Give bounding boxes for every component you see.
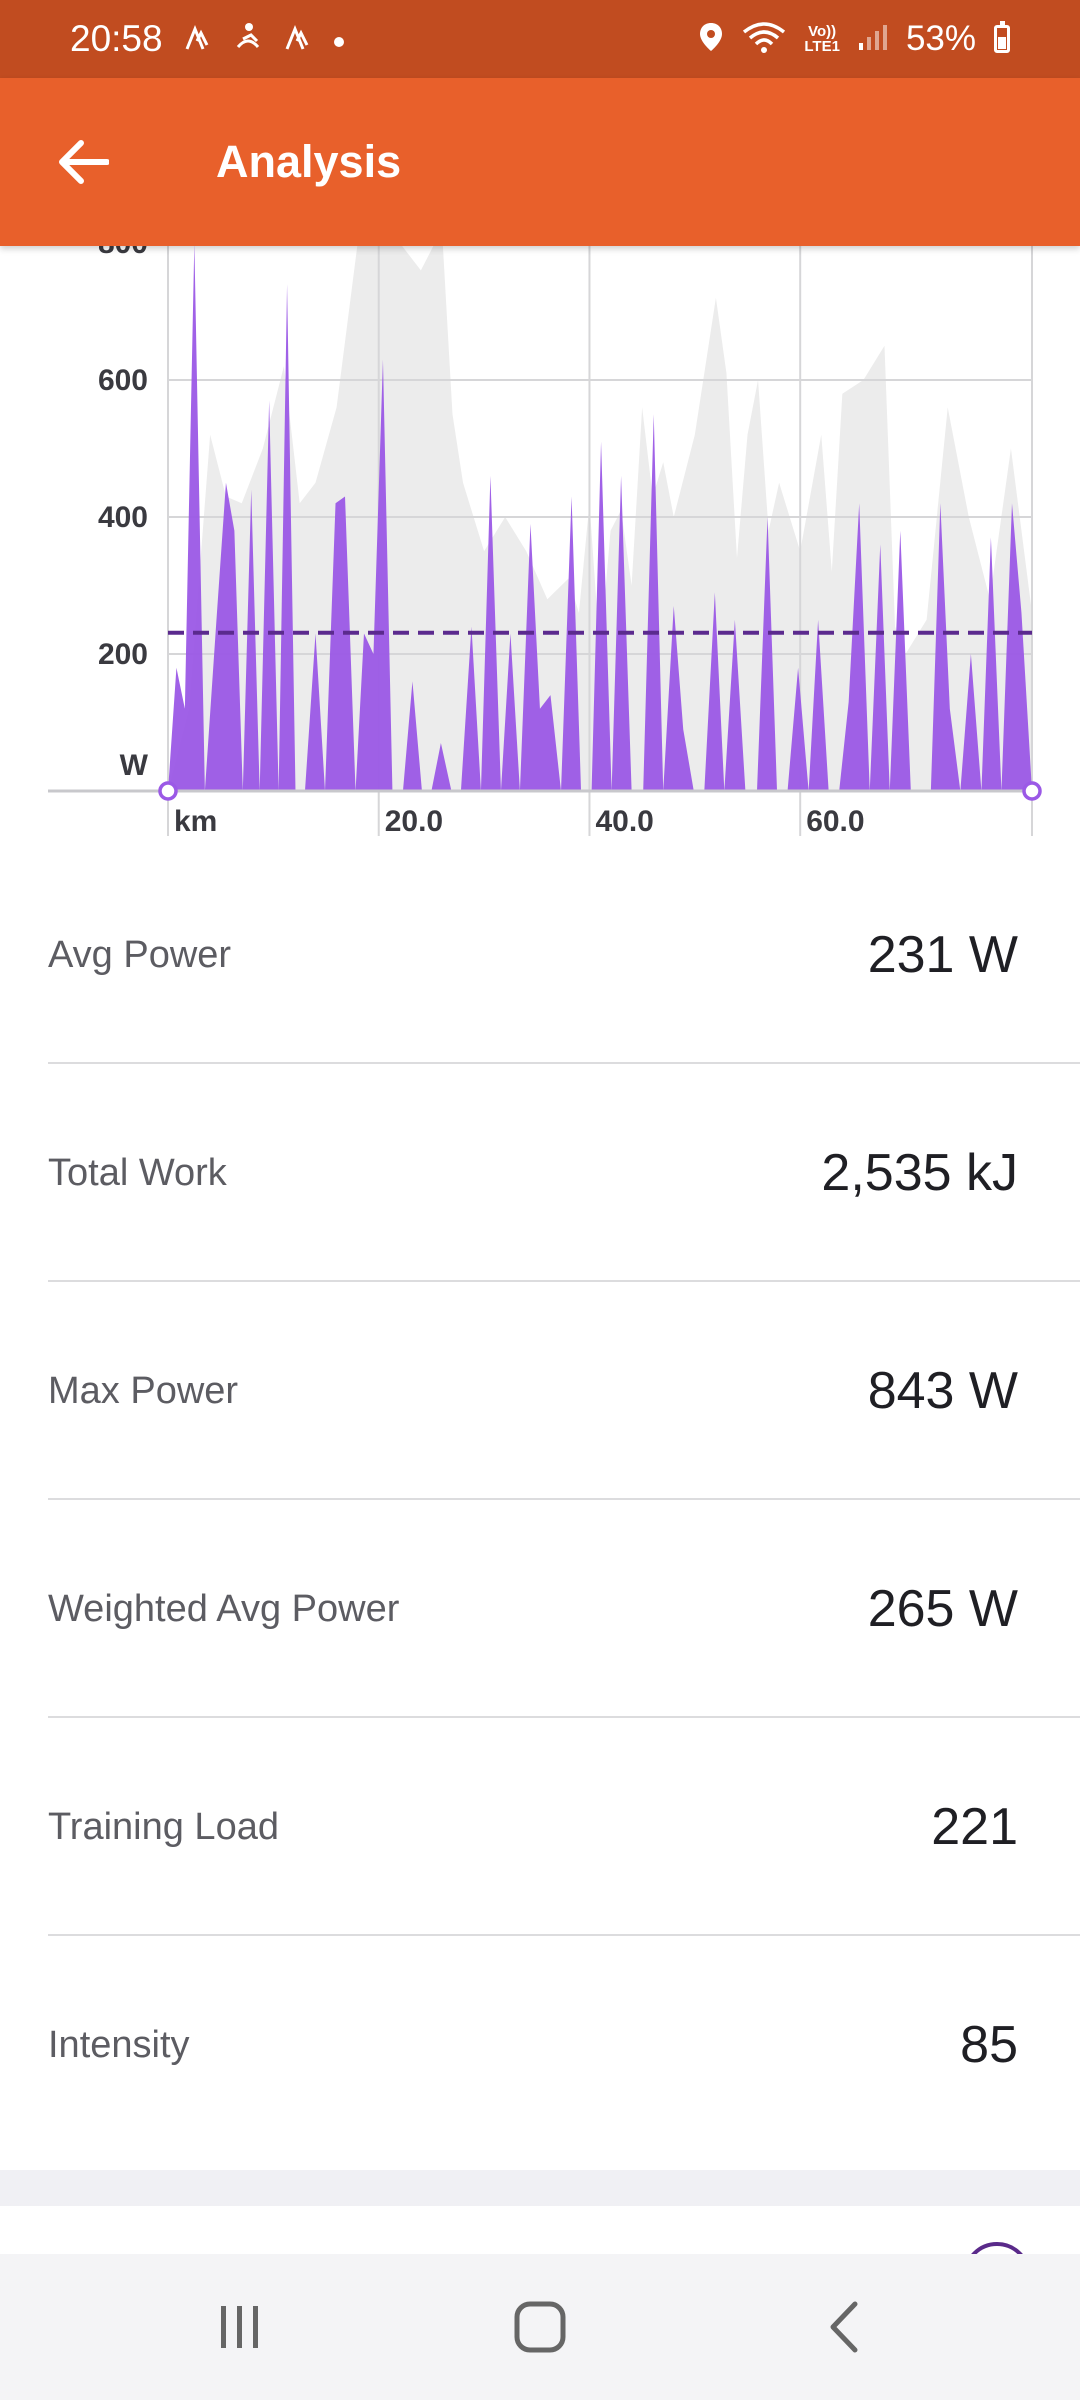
- stat-value: 2,535 kJ: [821, 1144, 1018, 1202]
- location-icon: [698, 21, 724, 58]
- range-end-handle: [1022, 781, 1042, 801]
- next-section-card[interactable]: [0, 2206, 1080, 2256]
- x-tick-label: 20.0: [385, 805, 443, 838]
- x-tick-label: 40.0: [595, 805, 653, 838]
- stat-row-intensity: Intensity 85: [0, 1936, 1080, 2154]
- signal-icon: [858, 23, 888, 56]
- page-title: Analysis: [216, 136, 402, 187]
- battery-percent: 53%: [905, 19, 976, 58]
- recent-apps-icon: [221, 2306, 258, 2348]
- range-start-handle: [158, 781, 178, 801]
- battery-icon: [994, 21, 1010, 53]
- x-tick-label: 60.0: [806, 805, 864, 838]
- chevron-left-icon: [830, 2301, 858, 2353]
- stat-row-avg-power: Avg Power 231 W: [0, 846, 1080, 1064]
- activity-notification-icon: [233, 21, 263, 57]
- arrow-left-icon: [59, 140, 109, 184]
- more-notifications-dot-icon: [333, 24, 345, 54]
- stat-value: 85: [960, 2016, 1018, 2074]
- home-icon: [514, 2301, 566, 2353]
- stat-label: Training Load: [48, 1806, 279, 1848]
- power-chart-svg: 200 400 600 800 Wkm 20.0 40.0 60.0: [48, 246, 1042, 838]
- status-left: 20:58: [70, 0, 345, 78]
- volte-lte-badge: Vo)) LTE1: [804, 24, 840, 54]
- system-nav-bar: [0, 2254, 1080, 2400]
- y-axis-label: W: [120, 749, 149, 782]
- section-divider: [0, 2170, 1080, 2206]
- status-bar: 20:58 Vo)) LTE1 53%: [0, 0, 1080, 78]
- app-bar: Analysis: [0, 78, 1080, 246]
- stat-row-max-power: Max Power 843 W: [0, 1282, 1080, 1500]
- back-button[interactable]: [38, 122, 128, 202]
- stat-value: 265 W: [867, 1580, 1018, 1638]
- lte-label: LTE1: [804, 38, 840, 55]
- recent-apps-button[interactable]: [170, 2254, 310, 2400]
- stat-label: Max Power: [48, 1370, 239, 1412]
- stat-row-total-work: Total Work 2,535 kJ: [0, 1064, 1080, 1282]
- stat-label: Intensity: [48, 2024, 190, 2066]
- stat-row-weighted-avg-power: Weighted Avg Power 265 W: [0, 1500, 1080, 1718]
- strava-notification-icon-2: [285, 21, 311, 57]
- stat-row-training-load: Training Load 221: [0, 1718, 1080, 1936]
- stats-list: Avg Power 231 W Total Work 2,535 kJ Max …: [0, 846, 1080, 2154]
- stat-value: 231 W: [867, 926, 1018, 984]
- stat-label: Avg Power: [48, 934, 232, 976]
- stat-value: 843 W: [867, 1362, 1018, 1420]
- x-axis-label: km: [174, 805, 217, 838]
- y-tick-label: 800: [98, 246, 148, 260]
- back-nav-button[interactable]: [775, 2254, 915, 2400]
- status-time: 20:58: [70, 18, 163, 59]
- home-button[interactable]: [470, 2254, 610, 2400]
- stat-label: Total Work: [48, 1152, 227, 1194]
- y-tick-label: 200: [98, 638, 148, 671]
- y-tick-label: 400: [98, 501, 148, 534]
- power-chart[interactable]: 200 400 600 800 Wkm 20.0 40.0 60.0: [0, 246, 1080, 846]
- strava-notification-icon: [185, 21, 211, 57]
- status-right: Vo)) LTE1 53%: [698, 0, 1010, 78]
- stat-value: 221: [931, 1798, 1018, 1856]
- wifi-icon: [742, 20, 786, 59]
- y-tick-label: 600: [98, 364, 148, 397]
- stat-label: Weighted Avg Power: [48, 1588, 400, 1630]
